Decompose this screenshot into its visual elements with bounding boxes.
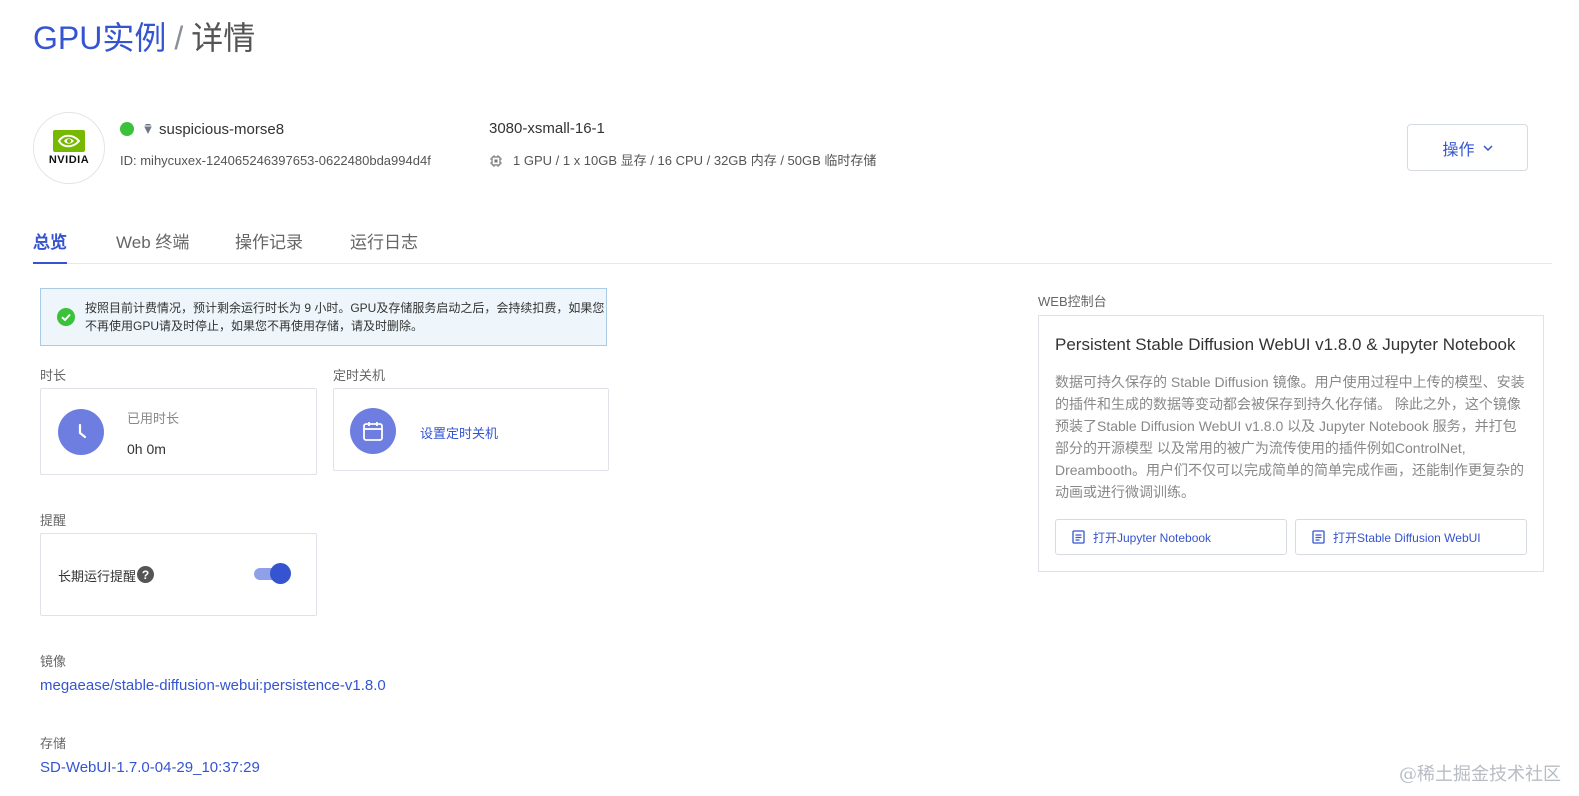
instance-name: suspicious-morse8 <box>159 120 285 138</box>
breadcrumb-separator: / <box>174 20 184 56</box>
duration-section-label: 时长 <box>40 368 67 383</box>
help-icon[interactable]: ? <box>137 566 154 583</box>
watermark: @稀土掘金技术社区 <box>1399 764 1561 785</box>
instance-id: ID: mihycuxex-124065246397653-0622480bda… <box>120 153 431 168</box>
duration-value: 0h 0m <box>127 441 166 457</box>
instance-resources: 1 GPU / 1 x 10GB 显存 / 16 CPU / 32GB 内存 /… <box>489 152 876 170</box>
web-console-card: Persistent Stable Diffusion WebUI v1.8.0… <box>1038 315 1544 572</box>
long-run-reminder-label: 长期运行提醒 <box>58 569 137 584</box>
instance-spec: 3080-xsmall-16-1 <box>489 120 605 137</box>
reminder-section-label: 提醒 <box>40 513 67 528</box>
storage-link[interactable]: SD-WebUI-1.7.0-04-29_10:37:29 <box>40 759 260 776</box>
chip-icon <box>489 154 503 168</box>
document-icon <box>1072 530 1085 544</box>
nvidia-logo-text: NVIDIA <box>48 154 90 166</box>
tab-overview[interactable]: 总览 <box>33 228 67 264</box>
schedule-section-label: 定时关机 <box>333 368 386 383</box>
set-schedule-link[interactable]: 设置定时关机 <box>420 423 498 442</box>
document-icon <box>1312 530 1325 544</box>
open-jupyter-label: 打开Jupyter Notebook <box>1093 530 1212 545</box>
calendar-icon <box>350 408 396 454</box>
open-sd-webui-label: 打开Stable Diffusion WebUI <box>1333 530 1481 545</box>
toggle-knob <box>270 563 291 584</box>
actions-label: 操作 <box>1442 141 1475 159</box>
open-jupyter-button[interactable]: 打开Jupyter Notebook <box>1055 519 1287 555</box>
image-link[interactable]: megaease/stable-diffusion-webui:persiste… <box>40 677 386 694</box>
billing-notice: 按照目前计费情况，预计剩余运行时长为 9 小时。GPU及存储服务启动之后，会持续… <box>40 288 607 346</box>
web-console-section-label: WEB控制台 <box>1038 294 1107 309</box>
long-run-reminder-toggle[interactable] <box>254 563 291 585</box>
image-section-label: 镜像 <box>40 654 67 669</box>
diamond-icon <box>142 123 154 135</box>
instance-resources-text: 1 GPU / 1 x 10GB 显存 / 16 CPU / 32GB 内存 /… <box>513 153 877 168</box>
nvidia-logo: NVIDIA <box>33 112 105 184</box>
nvidia-eye-icon <box>53 130 85 152</box>
web-console-description: 数据可持久保存的 Stable Diffusion 镜像。用户使用过程中上传的模… <box>1055 374 1525 500</box>
storage-section-label: 存储 <box>40 736 67 751</box>
duration-label: 已用时长 <box>127 411 180 426</box>
instance-name-row: suspicious-morse8 <box>120 118 284 140</box>
duration-card: 已用时长 0h 0m <box>40 388 317 475</box>
breadcrumb-current: 详情 <box>191 20 256 56</box>
web-console-title: Persistent Stable Diffusion WebUI v1.8.0… <box>1055 335 1516 354</box>
actions-dropdown-button[interactable]: 操作 <box>1407 124 1528 171</box>
tab-run-logs[interactable]: 运行日志 <box>350 228 418 264</box>
schedule-card: 设置定时关机 <box>333 388 609 471</box>
breadcrumb: GPU实例 / 详情 <box>33 18 255 58</box>
tab-operation-records[interactable]: 操作记录 <box>235 228 303 264</box>
chevron-down-icon <box>1482 144 1493 151</box>
tab-web-terminal[interactable]: Web 终端 <box>116 228 189 264</box>
tab-bar: 总览 Web 终端 操作记录 运行日志 <box>33 224 1552 264</box>
status-running-dot <box>120 122 134 136</box>
breadcrumb-gpu-instances[interactable]: GPU实例 <box>33 20 166 56</box>
billing-notice-text: 按照目前计费情况，预计剩余运行时长为 9 小时。GPU及存储服务启动之后，会持续… <box>85 301 605 333</box>
clock-icon <box>58 409 104 455</box>
open-sd-webui-button[interactable]: 打开Stable Diffusion WebUI <box>1295 519 1527 555</box>
check-circle-icon <box>57 308 75 326</box>
